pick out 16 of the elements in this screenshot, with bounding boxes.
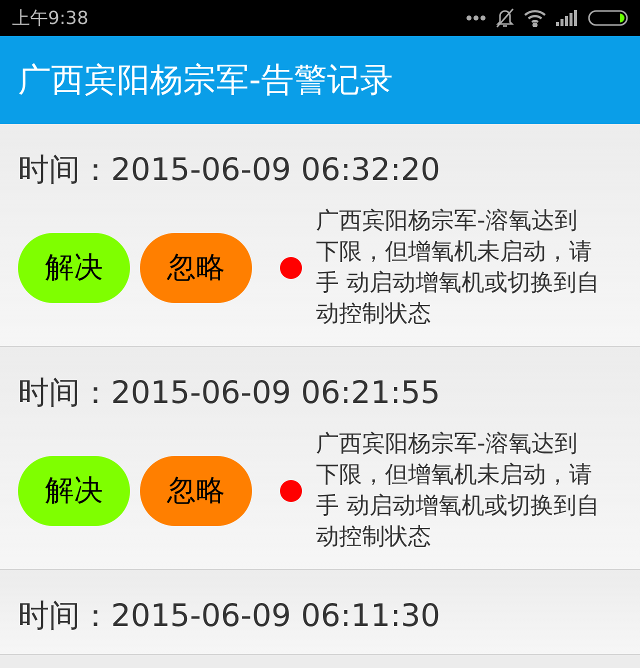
wifi-icon — [524, 9, 546, 27]
alarm-message: 广西宾阳杨宗军-溶氧达到下限，但增氧机未启动，请手 动启动增氧机或切换到自动控制状态 — [316, 207, 600, 329]
resolve-button[interactable]: 解决 — [18, 233, 130, 303]
resolve-button[interactable]: 解决 — [18, 456, 130, 526]
alarm-time: 时间：2015-06-09 06:11:30 — [18, 597, 442, 636]
more-icon — [466, 15, 486, 21]
alarm-time: 时间：2015-06-09 06:32:20 — [18, 151, 442, 190]
alarm-message: 广西宾阳杨宗军-溶氧达到下限，但增氧机未启动，请手 动启动增氧机或切换到自动控制状态 — [316, 430, 600, 552]
bell-off-icon — [496, 8, 514, 28]
battery-icon — [588, 10, 628, 26]
header-title: 广西宾阳杨宗军-告警记录 — [18, 59, 393, 102]
ignore-button[interactable]: 忽略 — [140, 233, 252, 303]
ignore-button[interactable]: 忽略 — [140, 456, 252, 526]
alarm-time: 时间：2015-06-09 06:21:55 — [18, 374, 442, 413]
status-time: 上午9:38 — [12, 6, 88, 30]
signal-icon — [556, 10, 578, 26]
